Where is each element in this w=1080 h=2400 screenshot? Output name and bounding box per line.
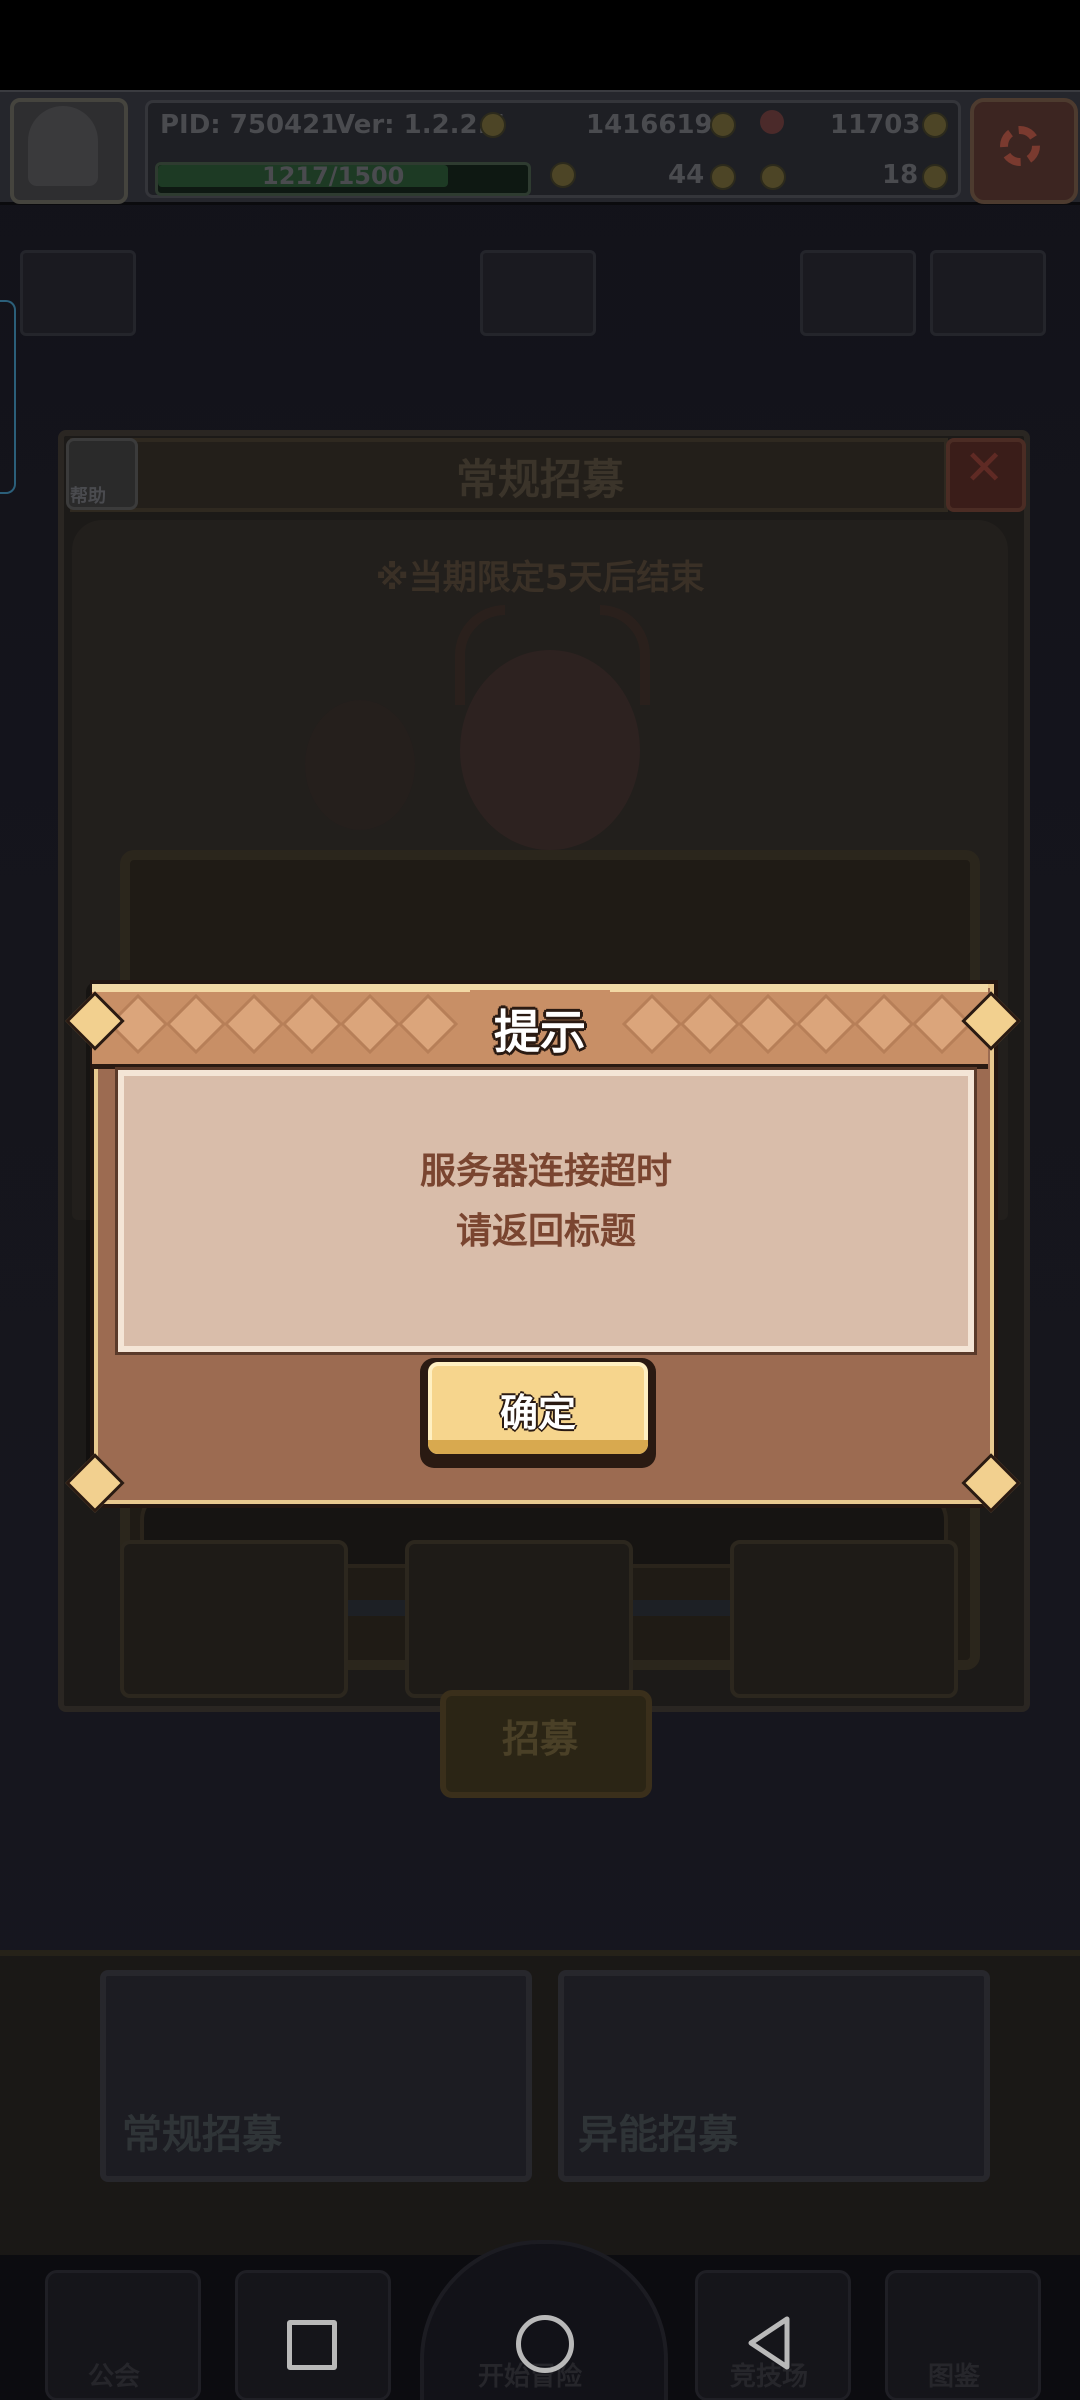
- dialog-message-line1: 服务器连接超时: [419, 1151, 672, 1192]
- pid-label: PID: 750421: [160, 110, 339, 140]
- shop-icon[interactable]: [800, 250, 916, 336]
- card-label-special: 异能招募: [578, 2112, 738, 2158]
- stamina-count: 44: [668, 160, 705, 190]
- recent-apps-button[interactable]: [287, 2320, 337, 2370]
- home-button[interactable]: [516, 2315, 574, 2373]
- recruit-option-2[interactable]: [405, 1540, 633, 1698]
- calendar-icon[interactable]: [930, 250, 1046, 336]
- recruit-button-label: 招募: [501, 1717, 578, 1761]
- home-icon[interactable]: [480, 250, 596, 336]
- clover-icon: [550, 162, 576, 188]
- avatar-image: [28, 106, 98, 186]
- recruit-option-3[interactable]: [730, 1540, 958, 1698]
- recruit-title: 常规招募: [455, 455, 624, 504]
- card-label-normal: 常规招募: [122, 2112, 282, 2158]
- status-bar: [0, 0, 1080, 90]
- back-button[interactable]: [745, 2314, 795, 2372]
- axe-image: [305, 700, 415, 830]
- gold-count: 1416619: [586, 110, 713, 140]
- exp-text: 1217/1500: [262, 162, 405, 190]
- coin-icon: [710, 112, 736, 138]
- coin-icon-2: [710, 164, 736, 190]
- gem-count: 11703: [830, 110, 921, 140]
- limited-notice: ※当期限定5天后结束: [375, 558, 705, 598]
- confirm-button-shade: [428, 1440, 648, 1454]
- key-icon: [760, 164, 786, 190]
- recruit-option-1[interactable]: [120, 1540, 348, 1698]
- dialog-title: 提示: [494, 1005, 586, 1059]
- key-count: 18: [882, 160, 919, 190]
- dialog-message-line2: 请返回标题: [455, 1211, 636, 1252]
- currency-icon: [480, 112, 506, 138]
- nav-label-codex: 图鉴: [928, 2362, 981, 2392]
- gear-icon: [1000, 126, 1040, 166]
- nav-label-guild: 公会: [88, 2362, 141, 2392]
- gem-icon: [760, 110, 784, 134]
- confirm-button-label: 确定: [499, 1391, 576, 1435]
- menu-icon[interactable]: [20, 250, 136, 336]
- plus-gem-icon[interactable]: [922, 112, 948, 138]
- coin-icon-3: [922, 164, 948, 190]
